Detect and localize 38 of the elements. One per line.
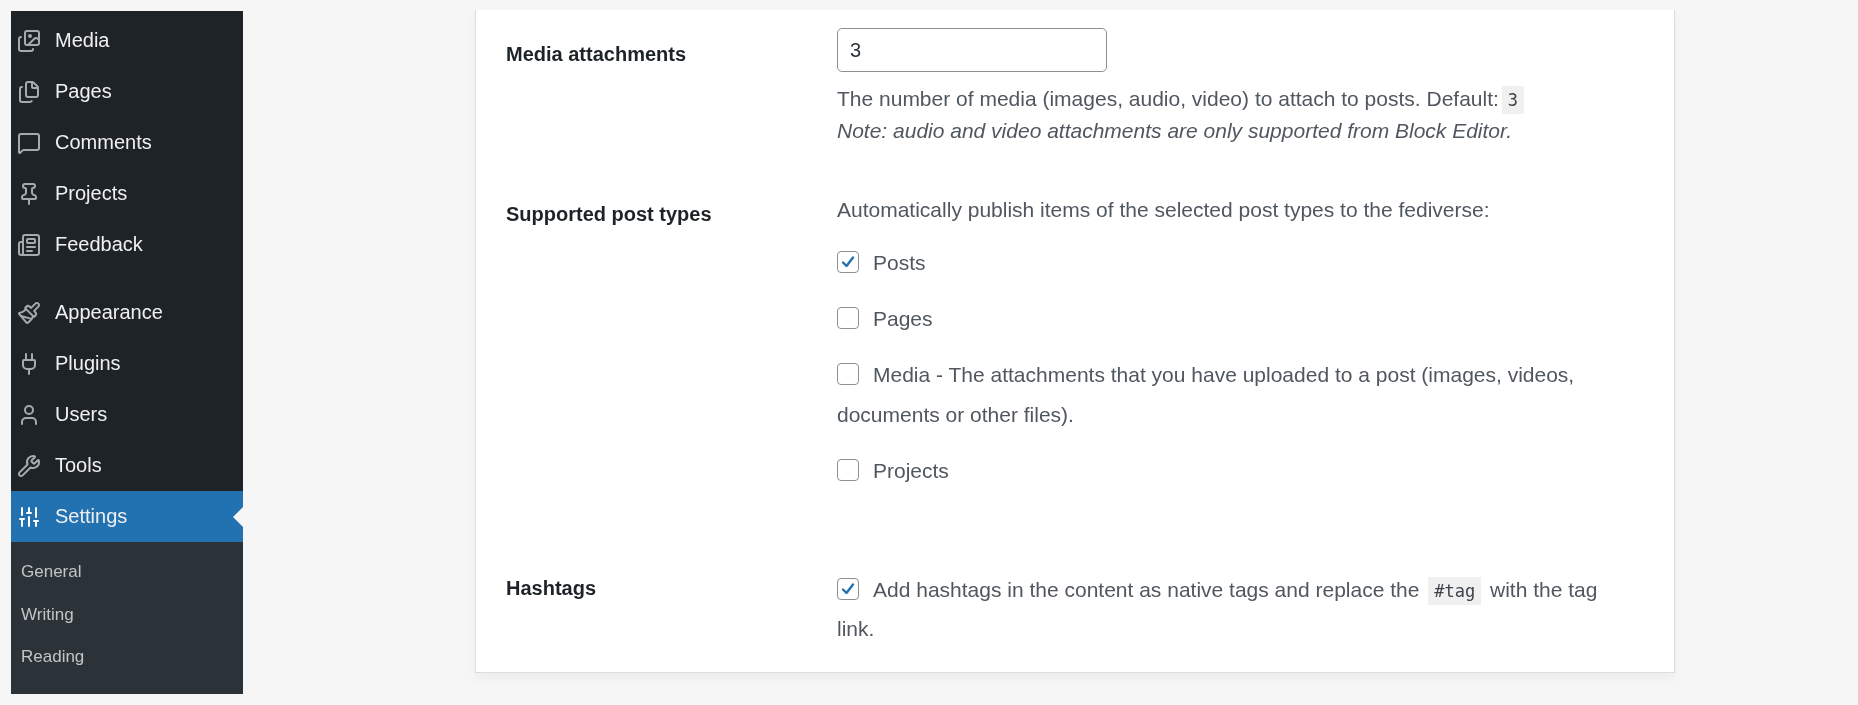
description-text: Automatically publish items of the selected post types to the fediverse: [837, 197, 1491, 223]
speech-bubble-icon [17, 130, 41, 155]
pointer-notch [233, 506, 243, 527]
menu-item[interactable]: Tools [11, 440, 243, 491]
checkbox-option[interactable]: Add hashtags in the content as native tags and replace the #tag with the tag link. [837, 569, 1614, 648]
submenu-item[interactable]: Reading [11, 641, 243, 684]
checkbox-option[interactable]: Posts [837, 243, 1624, 283]
menu-item[interactable]: Users [11, 389, 243, 440]
pages-icon [17, 79, 41, 104]
checkbox-option[interactable]: Pages [837, 299, 1624, 339]
menu-item[interactable]: Appearance [11, 287, 243, 338]
checkbox-option[interactable]: Media - The attachments that you have uploaded to a post (images, videos, documents or other files). [837, 355, 1624, 435]
submenu-item[interactable]: General [11, 556, 243, 599]
checkbox[interactable] [837, 578, 859, 601]
checkbox-option[interactable]: Projects [837, 451, 1624, 491]
menu-item[interactable]: Settings [11, 491, 243, 542]
menu-item[interactable]: Feedback [11, 219, 243, 270]
checkbox[interactable] [837, 459, 859, 482]
menu-item[interactable]: Pages [11, 66, 243, 117]
newspaper-icon [17, 232, 41, 257]
menu-item[interactable]: Plugins [11, 338, 243, 389]
description-text: The number of media (images, audio, video) to attach to posts. Default: 3 [837, 84, 1644, 115]
setting-label: Supported post types [506, 202, 713, 227]
setting-label: Hashtags [506, 576, 598, 601]
media-icon [17, 28, 41, 53]
menu-item[interactable]: Comments [11, 117, 243, 168]
submenu-item[interactable]: Writing [11, 598, 243, 641]
checkbox[interactable] [837, 251, 859, 274]
checkbox[interactable] [837, 307, 859, 330]
sliders-icon [17, 504, 41, 529]
number-input[interactable]: 3 [837, 28, 1107, 72]
wrench-icon [17, 453, 41, 478]
note-text: Note: audio and video attachments are only supported from Block Editor. [837, 118, 1514, 144]
paintbrush-icon [17, 300, 41, 325]
setting-label: Media attachments [506, 42, 688, 67]
menu-item[interactable]: Projects [11, 168, 243, 219]
checkbox[interactable] [837, 363, 859, 386]
menu-item[interactable]: Media [11, 15, 243, 66]
